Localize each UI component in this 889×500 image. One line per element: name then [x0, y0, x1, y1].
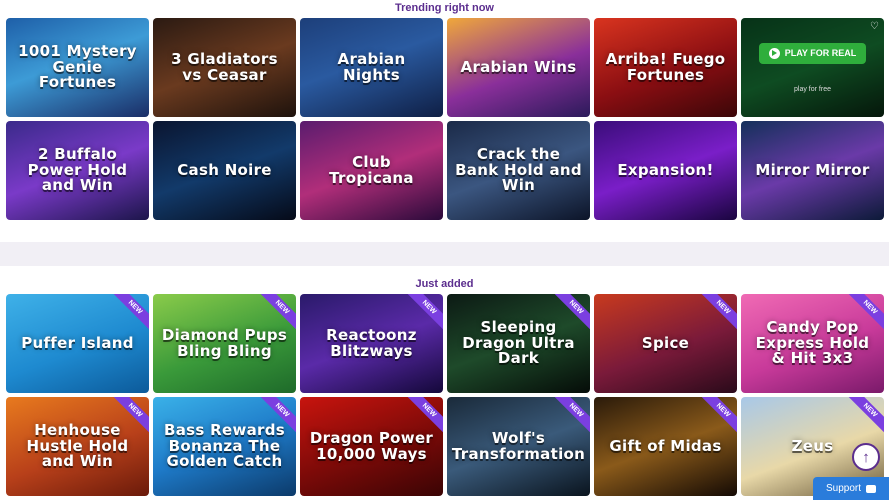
section-divider: [0, 242, 889, 266]
game-title: Spice: [641, 333, 690, 352]
game-title: Arabian Wins: [460, 57, 577, 76]
new-badge-label: NEW: [697, 294, 737, 333]
game-tile[interactable]: Spice NEW: [594, 294, 737, 393]
new-badge-label: NEW: [844, 294, 884, 333]
new-badge-label: NEW: [403, 397, 443, 436]
game-tile[interactable]: Expansion!: [594, 121, 737, 220]
new-badge: NEW: [403, 294, 443, 334]
game-title: Club Tropicana: [329, 152, 414, 187]
new-badge: NEW: [109, 294, 149, 334]
just-added-grid: Puffer Island NEW Diamond Pups Bling Bling…: [0, 294, 889, 496]
new-badge: NEW: [844, 294, 884, 334]
new-badge: NEW: [844, 397, 884, 437]
game-tile[interactable]: 1001 Mystery Genie Fortunes: [6, 18, 149, 117]
game-title: Expansion!: [617, 160, 714, 179]
play-for-real-button[interactable]: PLAY FOR REAL: [758, 42, 867, 64]
game-title: 2 Buffalo Power Hold and Win: [27, 144, 128, 195]
new-badge-label: NEW: [256, 397, 296, 436]
play-for-free-link[interactable]: play for free: [794, 86, 831, 93]
new-badge: NEW: [109, 397, 149, 437]
new-badge-label: NEW: [550, 294, 590, 333]
game-tile[interactable]: Henhouse Hustle Hold and Win NEW: [6, 397, 149, 496]
game-tile[interactable]: PLAY FOR REAL play for free ♡: [741, 18, 884, 117]
new-badge: NEW: [256, 294, 296, 334]
chat-bubble-icon: [866, 484, 877, 493]
game-tile[interactable]: Crack the Bank Hold and Win: [447, 121, 590, 220]
game-tile[interactable]: 3 Gladiators vs Ceasar: [153, 18, 296, 117]
support-label: Support: [825, 483, 862, 494]
new-badge-label: NEW: [844, 397, 884, 436]
game-title: Cash Noire: [177, 160, 272, 179]
new-badge: NEW: [403, 397, 443, 437]
trending-title: Trending right now: [395, 2, 494, 14]
play-overlay: PLAY FOR REAL play for free: [741, 18, 884, 117]
favorite-heart-icon[interactable]: ♡: [870, 21, 879, 32]
game-tile[interactable]: Cash Noire: [153, 121, 296, 220]
game-title: Puffer Island: [21, 333, 134, 352]
game-tile[interactable]: Wolf's Transformation NEW: [447, 397, 590, 496]
game-tile[interactable]: Diamond Pups Bling Bling NEW: [153, 294, 296, 393]
game-tile[interactable]: Mirror Mirror: [741, 121, 884, 220]
new-badge-label: NEW: [550, 397, 590, 436]
game-title: Crack the Bank Hold and Win: [455, 144, 582, 195]
game-tile[interactable]: Puffer Island NEW: [6, 294, 149, 393]
trending-section: Trending right now 1001 Mystery Genie Fo…: [0, 0, 889, 220]
game-tile[interactable]: Club Tropicana: [300, 121, 443, 220]
just-added-title: Just added: [415, 278, 474, 290]
new-badge: NEW: [256, 397, 296, 437]
new-badge: NEW: [550, 294, 590, 334]
new-badge: NEW: [550, 397, 590, 437]
game-tile[interactable]: Arabian Wins: [447, 18, 590, 117]
game-tile[interactable]: Gift of Midas NEW: [594, 397, 737, 496]
game-tile[interactable]: Sleeping Dragon Ultra Dark NEW: [447, 294, 590, 393]
arrow-up-icon: ↑: [862, 448, 870, 466]
game-tile[interactable]: Candy Pop Express Hold & Hit 3x3 NEW: [741, 294, 884, 393]
new-badge-label: NEW: [697, 397, 737, 436]
game-tile[interactable]: Arriba! Fuego Fortunes: [594, 18, 737, 117]
game-title: Arriba! Fuego Fortunes: [605, 49, 726, 84]
scroll-to-top-button[interactable]: ↑: [852, 443, 880, 471]
game-title: Mirror Mirror: [755, 160, 870, 179]
game-title: Zeus: [791, 436, 834, 455]
new-badge-label: NEW: [109, 294, 149, 333]
support-button[interactable]: Support: [813, 477, 889, 500]
new-badge-label: NEW: [403, 294, 443, 333]
new-badge: NEW: [697, 294, 737, 334]
game-tile[interactable]: Arabian Nights: [300, 18, 443, 117]
new-badge-label: NEW: [109, 397, 149, 436]
game-title: 1001 Mystery Genie Fortunes: [18, 41, 137, 92]
play-for-real-label: PLAY FOR REAL: [784, 48, 857, 58]
just-added-section: Just added Puffer Island NEW Diamond Pups …: [0, 276, 889, 496]
game-tile[interactable]: Bass Rewards Bonanza The Golden Catch NEW: [153, 397, 296, 496]
game-title: Arabian Nights: [337, 49, 406, 84]
game-title: 3 Gladiators vs Ceasar: [171, 49, 278, 84]
new-badge: NEW: [697, 397, 737, 437]
game-tile[interactable]: Dragon Power 10,000 Ways NEW: [300, 397, 443, 496]
play-icon: [768, 47, 780, 59]
game-tile[interactable]: 2 Buffalo Power Hold and Win: [6, 121, 149, 220]
trending-grid: 1001 Mystery Genie Fortunes 3 Gladiators …: [0, 18, 889, 220]
new-badge-label: NEW: [256, 294, 296, 333]
game-title: Gift of Midas: [609, 436, 722, 455]
game-tile[interactable]: Reactoonz Blitzways NEW: [300, 294, 443, 393]
